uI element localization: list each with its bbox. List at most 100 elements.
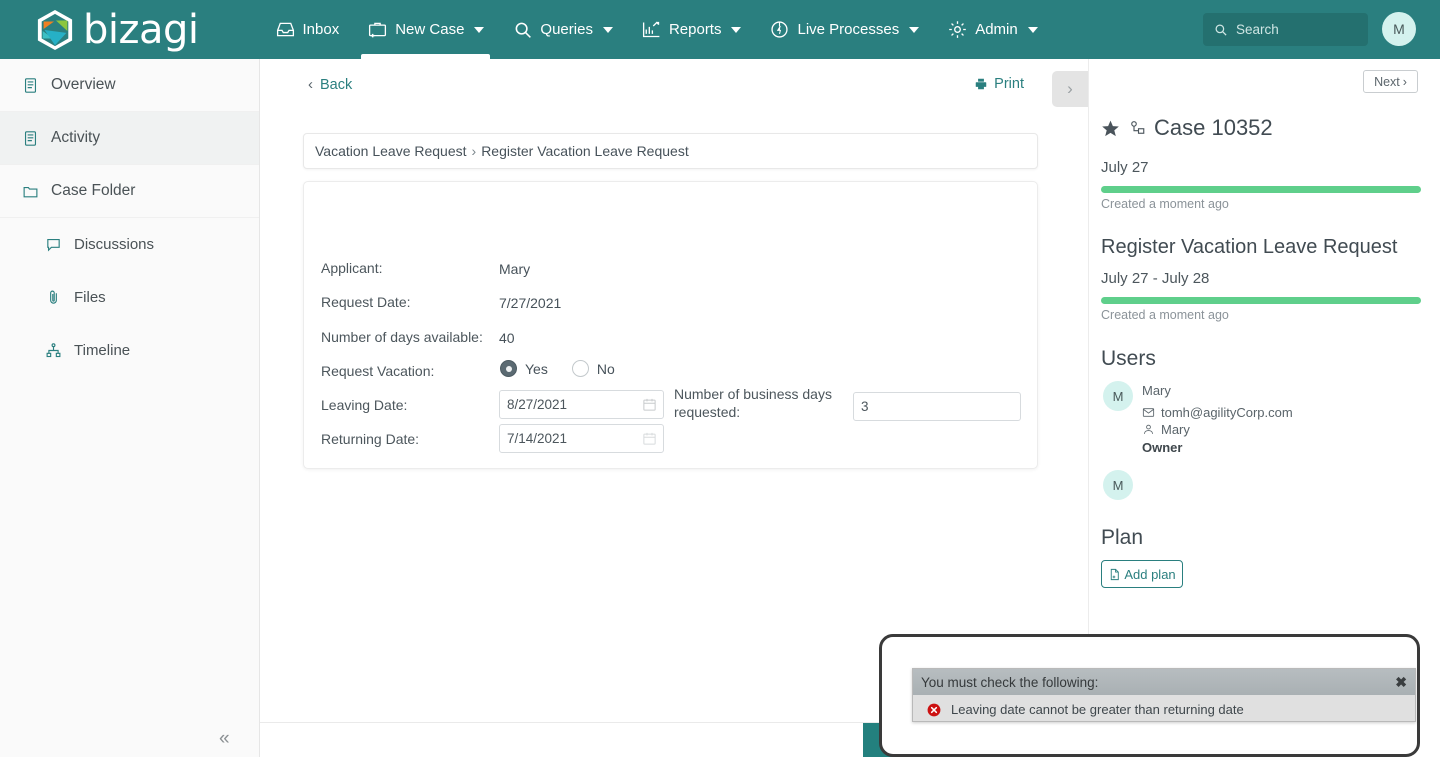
panel-next-label: Next [1374,74,1400,89]
search-input[interactable]: Search [1203,13,1368,46]
brand-name: bizagi [83,6,199,53]
validation-alert: You must check the following: ✖ Leaving … [912,668,1416,722]
document-list-icon [24,77,37,93]
live-processes-icon [771,21,789,38]
business-days-label: Number of business days requested: [674,386,832,420]
returning-date-input[interactable]: 7/14/2021 [499,424,664,453]
envelope-icon [1142,408,1155,417]
nav-item-new-case[interactable]: New Case [353,0,498,59]
search-icon [1215,24,1227,36]
inbox-icon [276,22,294,37]
user-avatar[interactable]: M [1103,381,1133,411]
plan-heading: Plan [1101,526,1144,549]
stage1-progress-bar [1101,186,1421,193]
stage2-date: July 27 - July 28 [1101,270,1210,287]
sidebar-item-label: Overview [51,76,116,93]
sidebar-item-timeline[interactable]: Timeline [0,324,259,377]
nav-label: New Case [395,21,465,38]
brand-logo[interactable]: bizagi [36,9,199,51]
leaving-date-input[interactable]: 8/27/2021 [499,390,664,419]
vacation-request-form: Applicant: Mary Request Date: 7/27/2021 … [303,181,1038,469]
sidebar-item-label: Case Folder [51,182,136,199]
star-filled-icon[interactable] [1101,119,1120,138]
briefcase-plus-icon [369,22,387,38]
sidebar: Overview Activity Case Folder Discussion… [0,59,260,757]
sidebar-item-case-folder[interactable]: Case Folder [0,165,259,218]
nav-item-live-processes[interactable]: Live Processes [755,0,933,59]
user-person-row: Mary [1142,422,1190,437]
nav-item-queries[interactable]: Queries [498,0,627,59]
close-icon[interactable]: ✖ [1395,674,1407,691]
sidebar-item-discussions[interactable]: Discussions [0,218,259,271]
leaving-date-label: Leaving Date: [321,397,408,413]
user-avatar-secondary[interactable]: M [1103,470,1133,500]
nav-label: Live Processes [797,21,900,38]
stage2-progress-bar [1101,297,1421,304]
comment-icon [47,238,60,252]
nav-label: Inbox [302,21,340,38]
stage2-title: Register Vacation Leave Request [1101,236,1398,258]
paperclip-icon [50,290,57,304]
request-vacation-label: Request Vacation: [321,363,435,379]
chevron-down-icon [474,26,485,33]
sidebar-collapse-button[interactable]: « [219,728,229,750]
error-circle-icon [927,703,941,716]
alert-message: Leaving date cannot be greater than retu… [951,702,1244,717]
leaving-date-value: 8/27/2021 [507,397,568,412]
sidebar-item-label: Activity [51,129,101,146]
nav-label: Queries [540,21,593,38]
chevron-left-icon: ‹ [308,76,313,93]
business-days-value: 3 [861,399,869,414]
sidebar-item-files[interactable]: Files [0,271,259,324]
chevron-down-icon [602,26,613,33]
sidebar-item-overview[interactable]: Overview [0,59,259,112]
avatar[interactable]: M [1382,12,1416,46]
folder-icon [23,186,38,197]
nav-label: Admin [975,21,1018,38]
alert-body: Leaving date cannot be greater than retu… [913,695,1415,717]
back-button[interactable]: ‹ Back [308,76,352,93]
chevron-down-icon [1027,26,1038,33]
process-node-icon [1131,121,1145,134]
nav-item-reports[interactable]: Reports [627,0,756,59]
days-available-value: 40 [499,330,515,346]
sidebar-item-label: Timeline [74,342,131,359]
sidebar-item-label: Discussions [74,236,155,253]
request-vacation-radio-group: Yes No [500,360,615,377]
calendar-icon[interactable] [642,431,657,446]
document-list-icon [24,130,37,146]
nav-item-inbox[interactable]: Inbox [261,0,354,59]
user-role: Owner [1142,440,1183,455]
user-icon [1144,424,1153,434]
panel-next-button[interactable]: Next › [1363,70,1418,93]
printer-icon [975,78,987,90]
returning-date-label: Returning Date: [321,431,420,447]
top-navigation-bar: bizagi Inbox New Case Queries Reports Li… [0,0,1440,59]
request-date-value: 7/27/2021 [499,295,562,311]
business-days-input[interactable]: 3 [853,392,1021,421]
sidebar-item-activity[interactable]: Activity [0,112,259,165]
chevron-down-icon [909,26,920,33]
content-toolbar: ‹ Back Print › [260,59,1088,114]
nav-item-admin[interactable]: Admin [933,0,1052,59]
breadcrumb-parent[interactable]: Vacation Leave Request [315,143,467,159]
chevron-right-icon: › [1402,74,1407,89]
users-heading: Users [1101,347,1156,370]
right-panel-toggle-button[interactable]: › [1052,71,1088,107]
radio-no[interactable] [571,360,589,377]
nav-items: Inbox New Case Queries Reports Live Proc… [261,0,1052,59]
chevron-down-icon [731,26,742,33]
sidebar-item-label: Files [74,289,106,306]
back-label: Back [320,76,353,93]
radio-yes[interactable] [500,360,517,377]
radio-no-label: No [596,360,615,377]
add-plan-button[interactable]: Add plan [1101,560,1183,588]
case-title-row: Case 10352 [1101,115,1273,141]
add-plan-label: Add plan [1124,566,1176,582]
search-placeholder: Search [1236,22,1279,37]
user-email-row: tomh@agilityCorp.com [1142,405,1293,420]
calendar-icon[interactable] [642,397,657,412]
stage1-meta: Created a moment ago [1101,197,1229,211]
print-button[interactable]: Print [974,76,1024,92]
returning-date-value: 7/14/2021 [507,431,568,446]
